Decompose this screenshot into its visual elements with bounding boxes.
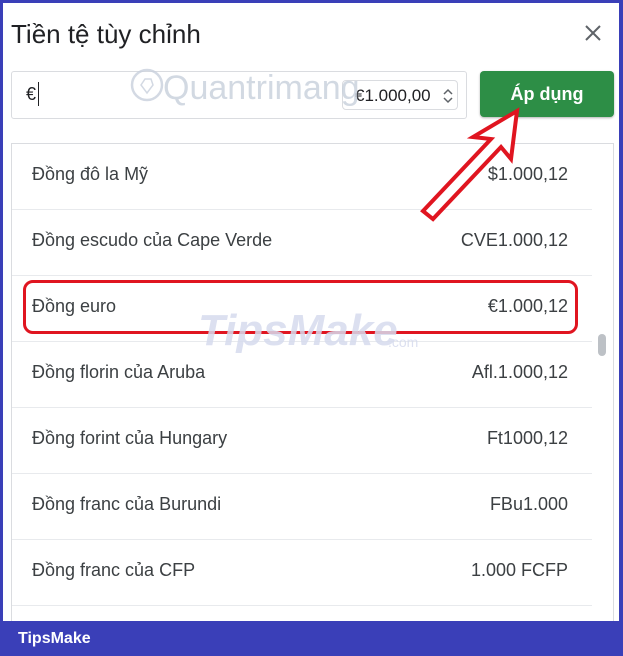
custom-currency-dialog: Tiền tệ tùy chỉnh € €1.000,00 Quantriman… bbox=[3, 3, 619, 621]
footer-bar: TipsMake bbox=[0, 622, 623, 656]
tipsmake-watermark-suffix: .com bbox=[388, 334, 418, 350]
currency-input-value: € bbox=[26, 84, 37, 104]
list-item[interactable]: Đồng franc của Burundi FBu1.000 bbox=[12, 474, 592, 540]
currency-name: Đồng escudo của Cape Verde bbox=[32, 230, 273, 250]
pointer-arrow-annotation bbox=[420, 107, 520, 222]
currency-sample: CVE1.000,12 bbox=[460, 230, 568, 250]
dialog-title: Tiền tệ tùy chỉnh bbox=[11, 19, 201, 49]
quantrimang-watermark: Quantrimang bbox=[130, 68, 360, 107]
footer-brand: TipsMake bbox=[18, 630, 91, 647]
currency-sample: Ft1000,12 bbox=[486, 428, 568, 448]
currency-name: Đồng florin của Aruba bbox=[32, 362, 206, 382]
currency-name: Đồng đô la Mỹ bbox=[32, 164, 149, 184]
list-item[interactable]: Đồng forint của Hungary Ft1000,12 bbox=[12, 408, 592, 474]
list-scrollbar[interactable] bbox=[598, 334, 606, 356]
quantrimang-watermark-text: Quantrimang bbox=[163, 69, 360, 107]
currency-name: Đồng franc của CFP bbox=[32, 560, 196, 580]
currency-name: Đồng forint của Hungary bbox=[32, 428, 228, 448]
list-item[interactable]: Đồng franc của CFP 1.000 FCFP bbox=[12, 540, 592, 606]
currency-sample: 1.000 FCFP bbox=[470, 560, 568, 580]
tipsmake-watermark-text: TipsMake bbox=[198, 306, 398, 353]
currency-sample: Afl.1.000,12 bbox=[471, 362, 568, 382]
tipsmake-watermark: TipsMake .com bbox=[198, 306, 418, 353]
text-caret bbox=[38, 82, 39, 106]
close-icon[interactable] bbox=[581, 21, 605, 45]
currency-sample: FBu1.000 bbox=[489, 494, 568, 514]
currency-name: Đồng franc của Burundi bbox=[32, 494, 222, 514]
